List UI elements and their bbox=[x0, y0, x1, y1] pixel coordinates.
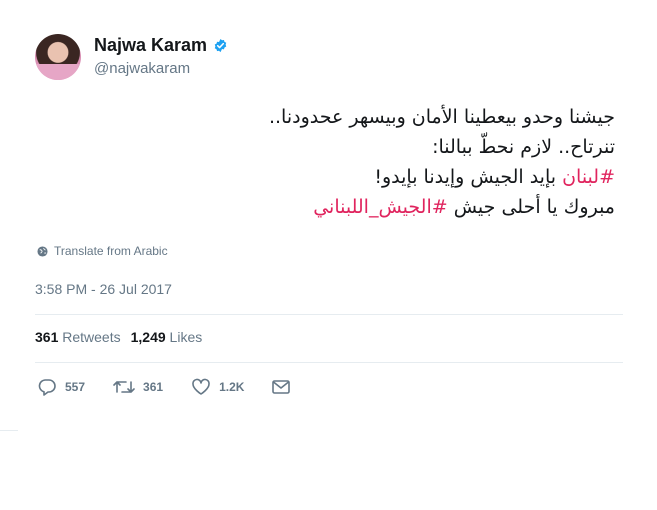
user-info: Najwa Karam @najwakaram bbox=[94, 35, 228, 77]
tweet-line-2: تنرتاح.. لازم نحطّ ببالنا: bbox=[432, 136, 615, 158]
reply-count: 557 bbox=[65, 380, 86, 394]
tweet-actions: 557 361 1.2K bbox=[37, 378, 318, 396]
tweet-line-3-text: بإيد الجيش وإيدنا بإيدو! bbox=[374, 166, 563, 188]
display-name[interactable]: Najwa Karam bbox=[94, 35, 207, 56]
tweet-line-4-text: مبروك يا أحلى جيش bbox=[447, 196, 615, 218]
likes-stat[interactable]: 1,249 Likes bbox=[131, 329, 203, 345]
translate-link[interactable]: Translate from Arabic bbox=[35, 244, 615, 258]
tweet-timestamp[interactable]: 3:58 PM - 26 Jul 2017 bbox=[35, 281, 615, 297]
hashtag-lebanon[interactable]: #لبنان bbox=[562, 166, 615, 188]
avatar[interactable] bbox=[35, 34, 81, 80]
tweet-line-4: مبروك يا أحلى جيش #الجيش_اللبناني bbox=[35, 192, 615, 222]
divider-top bbox=[35, 314, 623, 315]
retweets-stat[interactable]: 361 Retweets bbox=[35, 329, 121, 345]
tweet-page: Najwa Karam @najwakaram جيشنا وحدو بيعطي… bbox=[0, 0, 657, 510]
name-row: Najwa Karam bbox=[94, 35, 228, 56]
retweet-count: 361 bbox=[143, 380, 164, 394]
timeline-edge bbox=[0, 430, 18, 510]
reply-button[interactable]: 557 bbox=[37, 378, 85, 396]
hashtag-lebanese-army[interactable]: #الجيش_اللبناني bbox=[313, 196, 447, 218]
tweet-line-3: #لبنان بإيد الجيش وإيدنا بإيدو! bbox=[35, 162, 615, 192]
verified-badge-icon bbox=[214, 38, 227, 53]
retweet-button[interactable]: 361 bbox=[113, 379, 163, 395]
globe-icon bbox=[37, 245, 48, 257]
direct-message-button[interactable] bbox=[272, 380, 291, 394]
tweet: Najwa Karam @najwakaram جيشنا وحدو بيعطي… bbox=[35, 24, 615, 297]
tweet-text: جيشنا وحدو بيعطينا الأمان وبيسهر عحدودنا… bbox=[35, 102, 615, 222]
like-button[interactable]: 1.2K bbox=[191, 378, 244, 396]
reply-icon bbox=[38, 379, 56, 396]
like-count: 1.2K bbox=[219, 380, 245, 394]
translate-label: Translate from Arabic bbox=[54, 244, 168, 258]
tweet-line-1: جيشنا وحدو بيعطينا الأمان وبيسهر عحدودنا… bbox=[268, 106, 615, 128]
tweet-stats: 361 Retweets 1,249 Likes bbox=[35, 329, 202, 345]
retweet-icon bbox=[113, 381, 135, 393]
heart-icon bbox=[192, 378, 210, 395]
user-handle[interactable]: @najwakaram bbox=[94, 60, 228, 77]
tweet-header: Najwa Karam @najwakaram bbox=[35, 24, 615, 88]
envelope-icon bbox=[272, 380, 291, 394]
divider-bottom bbox=[35, 362, 623, 363]
